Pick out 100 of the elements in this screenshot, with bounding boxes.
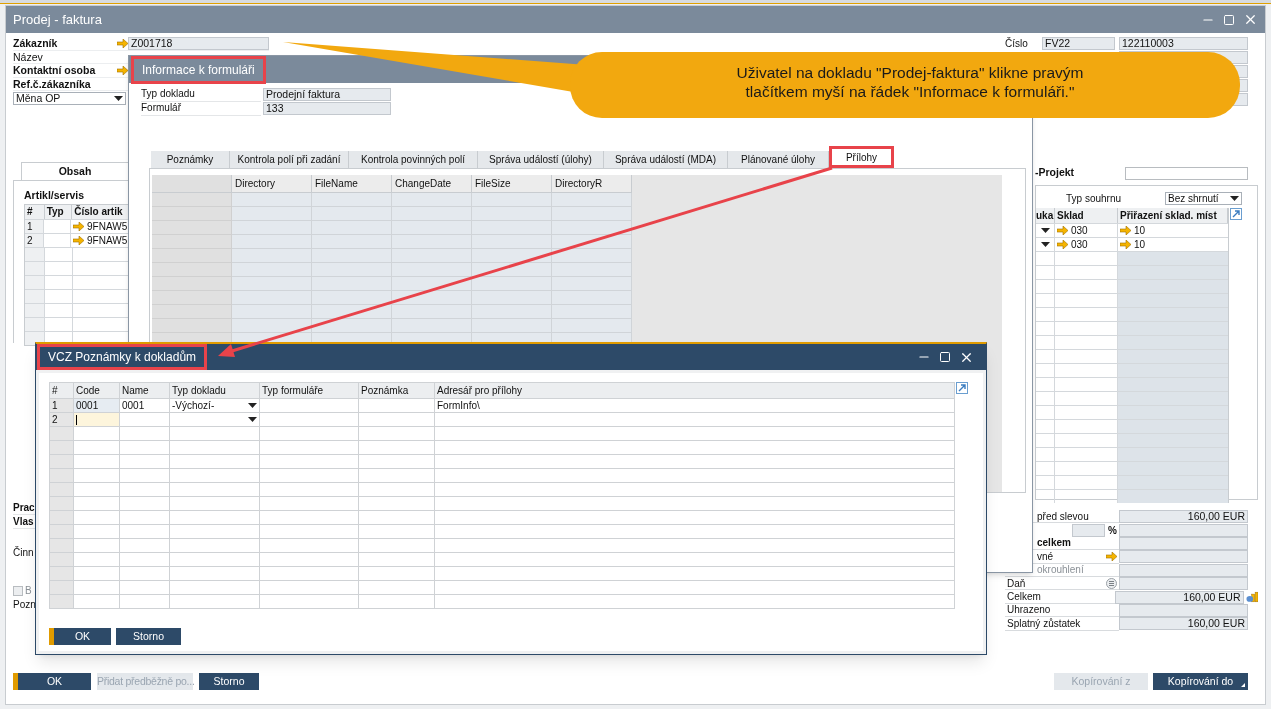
text-field[interactable]: FV22 bbox=[1042, 37, 1115, 50]
action-button[interactable]: OK bbox=[13, 673, 91, 690]
text-field[interactable] bbox=[1119, 550, 1248, 564]
text-field[interactable] bbox=[1072, 523, 1106, 537]
row-number: 1 bbox=[25, 220, 45, 233]
table-cell bbox=[120, 455, 170, 469]
field-label: Daň bbox=[1007, 576, 1026, 591]
link-arrow-icon[interactable] bbox=[116, 38, 128, 48]
field-label: okrouhlení bbox=[1037, 563, 1084, 578]
table-cell-text: 9FNAW5 bbox=[87, 234, 128, 248]
row-number: 2 bbox=[25, 234, 45, 247]
column-header: # bbox=[25, 205, 45, 219]
unit-label: % bbox=[1108, 523, 1117, 538]
column-header: Typ bbox=[44, 205, 73, 219]
tab[interactable]: Plánované úlohy bbox=[728, 151, 829, 168]
text-field[interactable] bbox=[1119, 523, 1248, 537]
table-cell bbox=[74, 455, 120, 469]
table-cell bbox=[120, 581, 170, 595]
window-title: Prodej - faktura bbox=[13, 10, 102, 29]
window-title: Informace k formuláři bbox=[131, 55, 266, 84]
field-label: Uhrazeno bbox=[1007, 603, 1051, 618]
table-cell bbox=[74, 553, 120, 567]
field-label: Kontaktní osoba bbox=[13, 64, 97, 77]
table-cell bbox=[120, 511, 170, 525]
window-title: VCZ Poznámky k dokladům bbox=[37, 344, 208, 370]
maximize-icon[interactable] bbox=[939, 351, 951, 363]
table-cell bbox=[120, 539, 170, 553]
list-icon[interactable] bbox=[1106, 577, 1117, 589]
checkbox-label: B bbox=[25, 584, 32, 597]
text-field[interactable]: 160,00 EUR bbox=[1119, 617, 1248, 631]
table-cell-text: 030 bbox=[1071, 238, 1088, 252]
field-label: Typ souhrnu bbox=[1066, 192, 1123, 206]
tab[interactable]: Poznámky bbox=[151, 151, 230, 168]
link-arrow-icon[interactable] bbox=[1120, 240, 1131, 249]
section-title: Artikl/servis bbox=[24, 189, 86, 201]
text-field[interactable]: Prodejní faktura bbox=[263, 87, 391, 101]
table-cell bbox=[120, 483, 170, 497]
field-label: -Projekt bbox=[1035, 165, 1075, 181]
project-field[interactable] bbox=[1125, 166, 1248, 180]
link-arrow-icon[interactable] bbox=[73, 236, 84, 245]
table-cell bbox=[74, 497, 120, 511]
table-cell bbox=[120, 553, 170, 567]
column-header: Directory bbox=[232, 175, 312, 193]
checkbox[interactable] bbox=[13, 585, 23, 596]
table-cell bbox=[120, 441, 170, 455]
table-cell bbox=[120, 525, 170, 539]
column-header: ChangeDate bbox=[392, 175, 472, 193]
table-cell[interactable] bbox=[74, 413, 120, 427]
link-arrow-icon[interactable] bbox=[1106, 551, 1117, 561]
field-label: před slevou bbox=[1037, 509, 1089, 524]
expand-icon[interactable] bbox=[956, 382, 968, 394]
table-cell-text: 9FNAW5 bbox=[87, 220, 128, 234]
column-header: uka bbox=[1036, 208, 1055, 223]
column-header: Sklad bbox=[1055, 208, 1118, 223]
column-header: DirectoryR bbox=[552, 175, 632, 193]
summary-select[interactable]: Bez shrnutí bbox=[1165, 192, 1242, 205]
action-button[interactable]: Storno bbox=[116, 628, 181, 645]
table-cell bbox=[120, 413, 170, 427]
field-label: Zákazník bbox=[13, 37, 59, 50]
text-field[interactable] bbox=[1119, 577, 1248, 591]
table-cell bbox=[120, 427, 170, 441]
dropdown-arrow-icon[interactable] bbox=[1230, 196, 1239, 201]
text-field[interactable]: Z001718 bbox=[128, 36, 269, 50]
dropdown-cell[interactable]: -Výchozí- bbox=[170, 399, 260, 413]
coins-icon[interactable] bbox=[1245, 591, 1258, 604]
dropdown-cell[interactable] bbox=[170, 413, 260, 427]
table-cell bbox=[74, 441, 120, 455]
field-label: Celkem bbox=[1007, 590, 1041, 605]
link-arrow-icon[interactable] bbox=[73, 222, 84, 231]
text-field[interactable]: 122110003 bbox=[1119, 37, 1248, 50]
action-button[interactable]: OK bbox=[49, 628, 111, 645]
field-label: Činn bbox=[13, 546, 35, 559]
table-cell bbox=[74, 539, 120, 553]
field-label: Formulář bbox=[141, 100, 261, 116]
field-label: Splatný zůstatek bbox=[1007, 616, 1081, 631]
link-arrow-icon[interactable] bbox=[1120, 226, 1131, 235]
link-arrow-icon[interactable] bbox=[1057, 226, 1068, 235]
text-field[interactable]: 160,00 EUR bbox=[1119, 510, 1248, 524]
expand-icon[interactable] bbox=[1230, 208, 1242, 220]
column-header: Přiřazení sklad. míst bbox=[1118, 208, 1228, 223]
dropdown-arrow-icon[interactable] bbox=[114, 96, 123, 101]
currency-select[interactable]: Měna OP bbox=[13, 92, 126, 105]
field-label: Typ dokladu bbox=[141, 86, 261, 102]
text-field[interactable]: 160,00 EUR bbox=[1114, 590, 1244, 604]
action-button[interactable]: Storno bbox=[199, 673, 259, 690]
menu-button[interactable]: Kopírování do bbox=[1153, 673, 1248, 690]
callout-text: Uživatel na dokladu "Prodej-faktura" klikne pravým tlačítkem myší na řádek "Informace k formuláři." bbox=[735, 63, 1085, 101]
tab[interactable]: Obsah bbox=[21, 162, 129, 180]
tab[interactable]: Kontrola polí při zadání bbox=[230, 151, 349, 168]
text-field[interactable]: 133 bbox=[263, 101, 391, 115]
tab[interactable]: Správa událostí (MDA) bbox=[604, 151, 728, 168]
text-field[interactable] bbox=[1119, 563, 1248, 577]
link-arrow-icon[interactable] bbox=[116, 65, 128, 75]
tab[interactable]: Přílohy bbox=[829, 146, 894, 168]
link-arrow-icon[interactable] bbox=[1057, 240, 1068, 249]
tab[interactable]: Správa událostí (úlohy) bbox=[478, 151, 604, 168]
tab[interactable]: Kontrola povinných polí bbox=[349, 151, 478, 168]
field-label: Název bbox=[13, 50, 44, 63]
row-number: 2 bbox=[50, 413, 74, 427]
table-cell bbox=[120, 595, 170, 609]
